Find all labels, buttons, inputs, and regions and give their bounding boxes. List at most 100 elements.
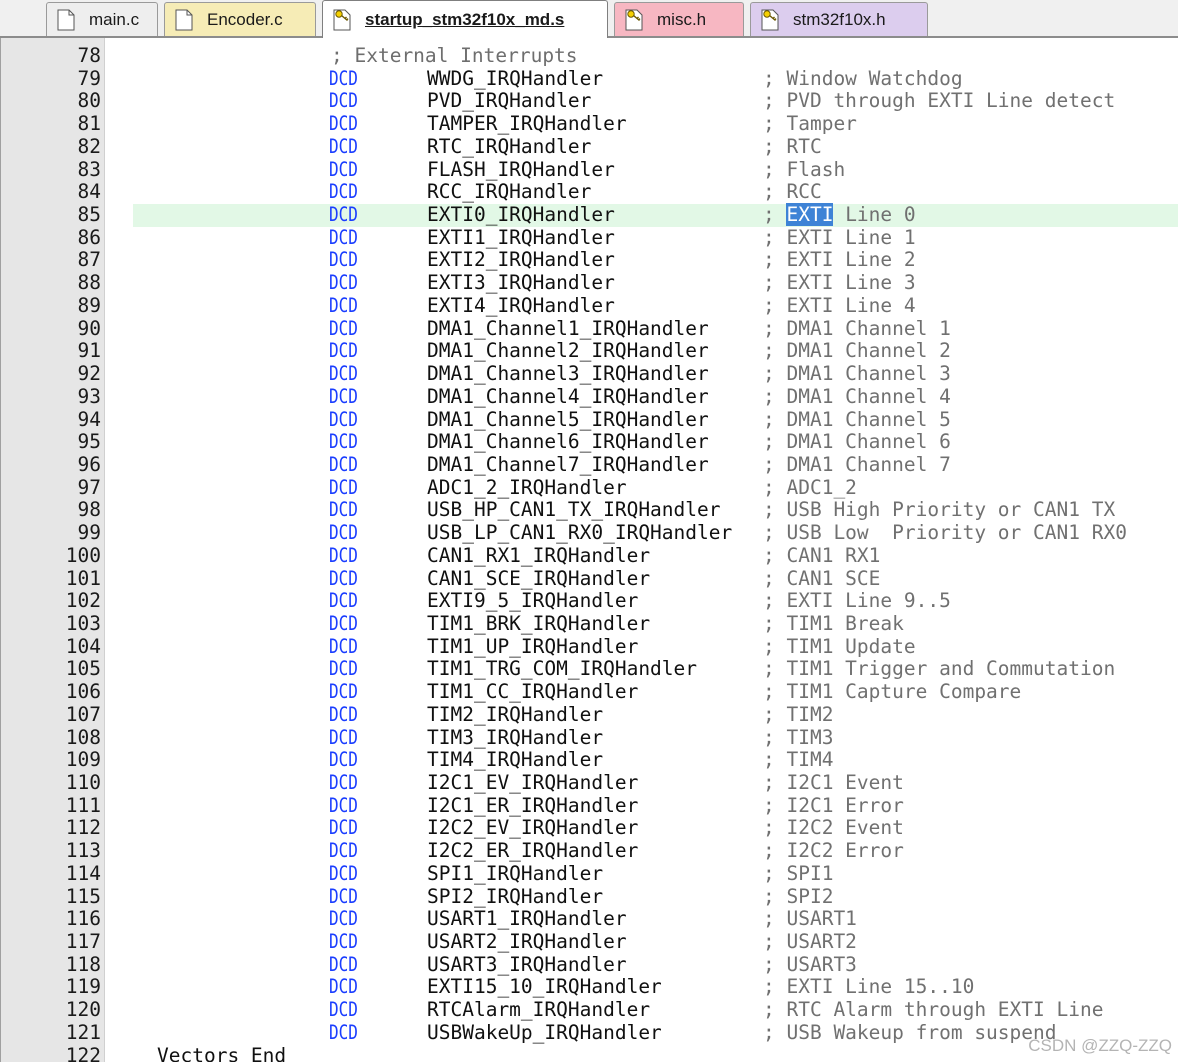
code-line[interactable]: 91 DCD DMA1_Channel2_IRQHandler ; DMA1 Chan… xyxy=(1,340,1178,363)
code-line[interactable]: 111 DCD I2C1_ER_IRQHandler ; I2C1 Error xyxy=(1,793,1178,818)
directive-keyword: DCD xyxy=(329,521,358,545)
code-line[interactable]: 94 DCD DMA1_Channel5_IRQHandler ; DMA1 Chan… xyxy=(1,408,1178,432)
code-line[interactable]: 89 DCD EXTI4_IRQHandler ; EXTI Line 4 xyxy=(1,294,1178,318)
code-line[interactable]: 118 DCD USART3_IRQHandler ; USART3 xyxy=(1,952,1178,977)
code-line[interactable]: 93 DCD DMA1_Channel4_IRQHandler ; DMA1 Chan… xyxy=(1,384,1178,409)
tab-main-c[interactable]: main.c xyxy=(46,2,158,36)
handler-name: EXTI15_10_IRQHandler xyxy=(427,975,662,999)
label-text: Vectors_End xyxy=(157,1043,287,1062)
code-line[interactable]: 110 DCD I2C1_EV_IRQHandler ; I2C1 Event xyxy=(1,772,1178,795)
code-line[interactable]: 99 DCD USB_LP_CAN1_RX0_IRQHandler ; USB Low… xyxy=(1,522,1178,545)
handler-name: FLASH_IRQHandler xyxy=(427,157,615,181)
directive-keyword: DCD xyxy=(329,475,358,499)
line-number: 90 xyxy=(77,316,101,340)
tab-label: main.c xyxy=(89,9,140,29)
code-line[interactable]: 98 DCD USB_HP_CAN1_TX_IRQHandler ; USB High… xyxy=(1,499,1178,522)
line-number: 92 xyxy=(77,362,101,386)
handler-name: DMA1_Channel6_IRQHandler xyxy=(427,430,709,454)
code-line[interactable]: 115 DCD SPI2_IRQHandler ; SPI2 xyxy=(1,884,1178,909)
comment-text: ; CAN1 SCE xyxy=(763,566,881,590)
code-line[interactable]: 87 DCD EXTI2_IRQHandler ; EXTI Line 2 xyxy=(1,249,1178,272)
handler-name: DMA1_Channel4_IRQHandler xyxy=(427,384,709,408)
handler-name: TIM3_IRQHandler xyxy=(427,725,604,749)
handler-name: TIM2_IRQHandler xyxy=(427,702,604,726)
code-line[interactable]: 101 DCD CAN1_SCE_IRQHandler ; CAN1 SCE xyxy=(1,566,1178,591)
code-editor[interactable]: 78 ; External Interrupts 79 DCD WWDG_IRQHand… xyxy=(0,38,1178,1062)
code-line[interactable]: 81 DCD TAMPER_IRQHandler ; Tamper xyxy=(1,113,1178,136)
code-line[interactable]: 121 DCD USBWakeUp_IRQHandler ; USB Wakeup f… xyxy=(1,1020,1178,1045)
comment-text: ; I2C2 Error xyxy=(763,839,904,863)
code-line[interactable]: 120 DCD RTCAlarm_IRQHandler ; RTC Alarm thr… xyxy=(1,999,1178,1022)
tab-encoder-c[interactable]: Encoder.c xyxy=(164,2,316,36)
handler-name: SPI1_IRQHandler xyxy=(427,861,604,885)
code-line[interactable]: 97 DCD ADC1_2_IRQHandler ; ADC1_2 xyxy=(1,475,1178,500)
line-number: 108 xyxy=(65,725,101,749)
code-line[interactable]: 112 DCD I2C2_EV_IRQHandler ; I2C2 Event xyxy=(1,817,1178,840)
directive-keyword: DCD xyxy=(329,952,358,976)
handler-name: RTC_IRQHandler xyxy=(427,134,592,158)
line-number: 91 xyxy=(77,339,101,363)
code-line[interactable]: 102 DCD EXTI9_5_IRQHandler ; EXTI Line 9..5 xyxy=(1,590,1178,613)
code-line[interactable]: 106 DCD TIM1_CC_IRQHandler ; TIM1 Capture C… xyxy=(1,681,1178,704)
code-line[interactable]: 96 DCD DMA1_Channel7_IRQHandler ; DMA1 Chan… xyxy=(1,453,1178,477)
comment-prefix: ; xyxy=(763,203,787,227)
comment-text: ; I2C1 Error xyxy=(763,793,904,817)
line-number: 85 xyxy=(77,203,101,227)
code-line[interactable]: 78 ; External Interrupts xyxy=(1,45,1178,68)
comment-text: ; I2C2 Event xyxy=(763,816,904,840)
tab-startup-stm32f10x-md-s[interactable]: startup_stm32f10x_md.s xyxy=(322,0,608,38)
file-icon xyxy=(175,9,193,31)
directive-keyword: DCD xyxy=(329,89,358,113)
tab-misc-h[interactable]: misc.h xyxy=(614,2,744,36)
comment-text: ; EXTI Line 1 xyxy=(763,225,916,249)
code-line[interactable]: 117 DCD USART2_IRQHandler ; USART2 xyxy=(1,931,1178,954)
code-line[interactable]: 105 DCD TIM1_TRG_COM_IRQHandler ; TIM1 Trig… xyxy=(1,658,1178,681)
code-line[interactable]: 88 DCD EXTI3_IRQHandler ; EXTI Line 3 xyxy=(1,272,1178,295)
code-line[interactable]: 122 Vectors_End xyxy=(1,1043,1178,1062)
comment-text: ; TIM3 xyxy=(763,725,834,749)
code-line[interactable]: 107 DCD TIM2_IRQHandler ; TIM2 xyxy=(1,702,1178,727)
code-line[interactable]: 92 DCD DMA1_Channel3_IRQHandler ; DMA1 Chan… xyxy=(1,363,1178,386)
code-line[interactable]: 80 DCD PVD_IRQHandler ; PVD through EXTI Li… xyxy=(1,90,1178,113)
code-line[interactable]: 86 DCD EXTI1_IRQHandler ; EXTI Line 1 xyxy=(1,225,1178,250)
code-line[interactable]: 100 DCD CAN1_RX1_IRQHandler ; CAN1 RX1 xyxy=(1,543,1178,568)
handler-name: USBWakeUp_IRQHandler xyxy=(427,1020,662,1044)
code-line[interactable]: 82 DCD RTC_IRQHandler ; RTC xyxy=(1,134,1178,159)
code-line[interactable]: 83 DCD FLASH_IRQHandler ; Flash xyxy=(1,157,1178,182)
code-line[interactable]: 108 DCD TIM3_IRQHandler ; TIM3 xyxy=(1,725,1178,750)
handler-name: TIM1_TRG_COM_IRQHandler xyxy=(427,657,698,681)
comment-text: ; USB Low Priority or CAN1 RX0 xyxy=(763,521,1127,545)
handler-name: SPI2_IRQHandler xyxy=(427,884,604,908)
code-line[interactable]: 113 DCD I2C2_ER_IRQHandler ; I2C2 Error xyxy=(1,840,1178,863)
line-number: 117 xyxy=(65,930,101,954)
comment-text: ; I2C1 Event xyxy=(763,771,904,794)
code-line[interactable]: 109 DCD TIM4_IRQHandler ; TIM4 xyxy=(1,749,1178,772)
code-line[interactable]: 119 DCD EXTI15_10_IRQHandler ; EXTI Line 15… xyxy=(1,976,1178,999)
directive-keyword: DCD xyxy=(329,1020,358,1044)
directive-keyword: DCD xyxy=(329,248,358,272)
line-number: 100 xyxy=(65,543,101,567)
comment-text: ; EXTI Line 9..5 xyxy=(763,589,951,613)
tab-label: stm32f10x.h xyxy=(793,9,886,29)
line-number: 93 xyxy=(77,384,101,408)
handler-name: USART2_IRQHandler xyxy=(427,930,627,954)
line-number: 116 xyxy=(65,907,101,931)
comment-suffix: Line 0 xyxy=(833,203,916,227)
code-line[interactable]: 79 DCD WWDG_IRQHandler ; Window Watchdog xyxy=(1,67,1178,91)
line-number: 81 xyxy=(77,112,101,136)
file-icon xyxy=(57,9,75,31)
code-line[interactable]: 116 DCD USART1_IRQHandler ; USART1 xyxy=(1,908,1178,931)
code-line[interactable]: 84 DCD RCC_IRQHandler ; RCC xyxy=(1,181,1178,204)
tab-stm32f10x-h[interactable]: stm32f10x.h xyxy=(750,2,928,36)
line-number: 87 xyxy=(77,248,101,272)
code-line[interactable]: 104 DCD TIM1_UP_IRQHandler ; TIM1 Update xyxy=(1,635,1178,659)
code-line[interactable]: 85 DCD EXTI0_IRQHandler; EXTI Line 0 xyxy=(1,203,1178,227)
comment-text: ; CAN1 RX1 xyxy=(763,543,881,567)
code-line[interactable]: 114 DCD SPI1_IRQHandler ; SPI1 xyxy=(1,861,1178,886)
line-number: 107 xyxy=(65,702,101,726)
code-line[interactable]: 103 DCD TIM1_BRK_IRQHandler ; TIM1 Break xyxy=(1,612,1178,636)
comment-text: ; EXTI Line 3 xyxy=(763,271,916,295)
code-line[interactable]: 90 DCD DMA1_Channel1_IRQHandler ; DMA1 Chan… xyxy=(1,316,1178,341)
line-number: 119 xyxy=(65,975,101,999)
code-line[interactable]: 95 DCD DMA1_Channel6_IRQHandler ; DMA1 Chan… xyxy=(1,431,1178,454)
